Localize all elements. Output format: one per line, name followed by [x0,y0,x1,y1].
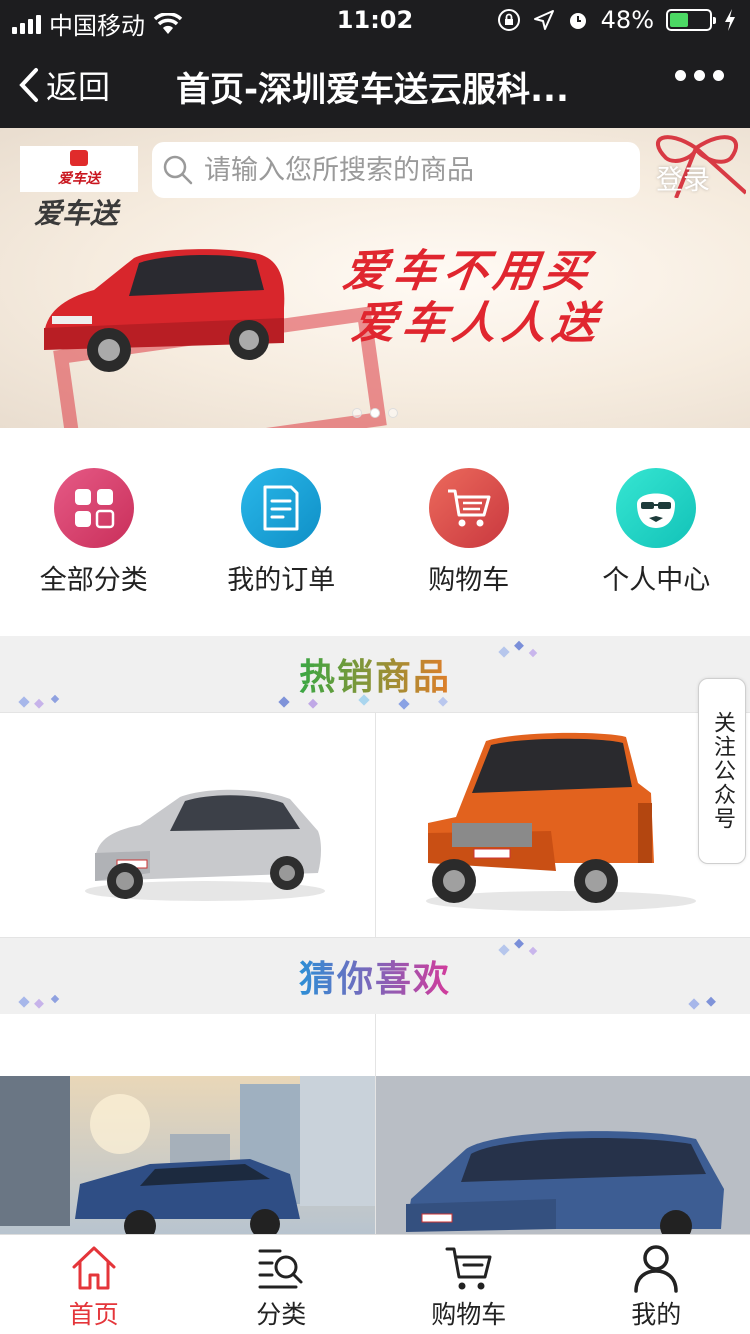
carousel-dot[interactable] [352,408,362,418]
quick-item-my-orders[interactable]: 我的订单 [188,428,376,636]
logo-text: 爱车送 [58,171,100,187]
recommended-products-grid [0,1014,750,1234]
product-card[interactable] [0,713,375,937]
tab-label: 我的 [631,1300,682,1329]
quick-item-label: 我的订单 [227,565,336,596]
hot-products-header: 热销商品 [0,636,750,712]
pixel-decoration [498,938,538,956]
hot-products-grid [0,712,750,938]
carousel-dot[interactable] [370,408,380,418]
search-bar[interactable] [152,142,640,198]
grid-icon [53,468,134,548]
home-icon [72,1246,116,1290]
carousel-indicator [0,408,750,418]
status-right: 48% [497,6,736,34]
blue-mpv-city-image [0,1076,375,1234]
banner-carousel[interactable]: 爱车送 爱车送 登录 爱车不用买 爱车人人送 [0,128,750,428]
charging-icon [725,9,735,31]
search-icon [163,155,193,185]
back-button[interactable]: 返回 [18,62,110,108]
quick-item-profile[interactable]: 个人中心 [563,428,750,636]
product-card[interactable] [375,713,750,937]
brand-logo[interactable]: 爱车送 [20,146,138,192]
more-dot [694,70,705,81]
orange-suv-image [426,732,696,911]
pixel-decoration [18,994,60,1009]
cart-icon [428,468,509,548]
slogan-line: 爱车不用买 [340,246,598,297]
pixel-decoration [688,996,716,1010]
tab-profile[interactable]: 我的 [563,1235,750,1334]
face-icon [616,468,697,548]
page-title: 首页-深圳爱车送云服科... [176,70,569,110]
back-label: 返回 [46,68,111,106]
product-card[interactable] [375,1014,750,1234]
quick-menu: 全部分类 我的订单 购物车 个人中心 [0,428,750,636]
quick-item-cart[interactable]: 购物车 [375,428,563,636]
battery-percent: 48% [600,6,654,34]
tab-cart[interactable]: 购物车 [375,1235,563,1334]
chevron-left-icon [19,68,38,102]
section-title: 热销商品 [299,648,451,700]
alarm-icon [569,13,586,29]
slogan-line: 爱车人人送 [348,298,606,349]
quick-item-label: 全部分类 [39,565,148,596]
more-dot [675,70,686,81]
nav-bar: 返回 首页-深圳爱车送云服科... [0,40,750,128]
pixel-decoration [498,640,538,658]
silver-sedan-image [85,789,325,901]
document-icon [241,468,322,548]
quick-item-all-categories[interactable]: 全部分类 [0,428,188,636]
category-search-icon [258,1249,303,1289]
quick-item-label: 购物车 [428,565,510,596]
orientation-lock-icon [497,9,520,31]
battery-icon [666,9,716,31]
cart-icon [445,1247,492,1290]
tab-label: 购物车 [431,1300,507,1329]
more-dot [713,70,724,81]
banner-slogan: 爱车不用买 爱车人人送 [333,246,614,350]
product-card[interactable] [0,1014,375,1234]
search-input[interactable] [204,154,624,186]
pixel-decoration [18,694,60,709]
carousel-dot[interactable] [388,408,398,418]
tab-label: 分类 [256,1300,307,1329]
tab-label: 首页 [68,1300,119,1329]
more-button[interactable] [675,70,724,81]
quick-item-label: 个人中心 [602,565,711,596]
user-icon [634,1245,678,1293]
guess-you-like-header: 猜你喜欢 [0,938,750,1014]
follow-official-account-button[interactable]: 关注公众号 [698,678,746,864]
red-suv-image [44,249,285,372]
location-icon [533,10,554,30]
section-title: 猜你喜欢 [299,950,451,1002]
blue-mpv-studio-image [376,1076,750,1234]
login-link[interactable]: 登录 [656,158,710,197]
status-bar: 中国移动 11:02 48% [0,0,750,40]
logo-badge [70,150,88,166]
bottom-tab-bar: 首页 分类 购物车 我的 [0,1234,750,1334]
tab-category[interactable]: 分类 [188,1235,376,1334]
tab-home[interactable]: 首页 [0,1235,188,1334]
